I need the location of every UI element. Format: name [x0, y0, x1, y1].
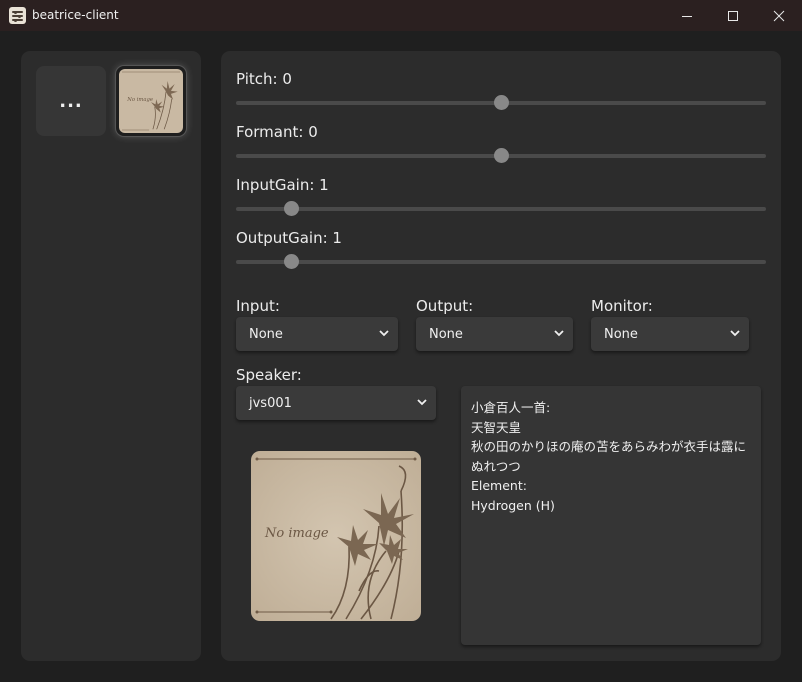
- speaker-info-box: 小倉百人一首: 天智天皇 秋の田のかりほの庵の苫をあらみわが衣手は露にぬれつつ …: [461, 386, 761, 645]
- model-thumbnail-image: No image: [119, 69, 183, 133]
- monitor-device-select[interactable]: None: [591, 317, 749, 351]
- model-thumbnail-button[interactable]: No image: [116, 66, 186, 136]
- more-label: ...: [59, 90, 83, 112]
- output-device-select[interactable]: None: [416, 317, 573, 351]
- output-gain-slider-thumb[interactable]: [284, 254, 300, 269]
- pitch-slider-thumb[interactable]: [494, 95, 509, 110]
- title-bar: beatrice-client: [0, 0, 802, 31]
- controls-panel: Pitch: 0 Formant: 0 InputGain: 1 OutputG…: [221, 51, 781, 661]
- model-list-panel: ... No image: [21, 51, 201, 661]
- speaker-image: No image: [251, 451, 421, 621]
- input-device-label: Input:: [236, 297, 280, 315]
- speaker-image-text: No image: [264, 526, 329, 541]
- info-line: Element:: [471, 478, 527, 493]
- monitor-device-label: Monitor:: [591, 297, 653, 315]
- chevron-down-icon: [379, 330, 389, 337]
- pitch-label: Pitch: 0: [236, 70, 292, 88]
- chevron-down-icon: [730, 330, 740, 337]
- window-title: beatrice-client: [32, 8, 119, 22]
- chevron-down-icon: [554, 330, 564, 337]
- input-device-select[interactable]: None: [236, 317, 398, 351]
- minimize-icon: [682, 15, 692, 17]
- speaker-value: jvs001: [249, 395, 292, 411]
- input-gain-label: InputGain: 1: [236, 176, 329, 194]
- output-gain-label: OutputGain: 1: [236, 229, 342, 247]
- close-icon: [773, 10, 785, 21]
- app-icon: [9, 7, 26, 24]
- input-gain-slider[interactable]: [236, 201, 766, 216]
- output-gain-slider[interactable]: [236, 254, 766, 269]
- speaker-label: Speaker:: [236, 366, 302, 384]
- monitor-device-value: None: [604, 326, 638, 342]
- model-thumb-text: No image: [126, 97, 153, 103]
- info-line: Hydrogen (H): [471, 497, 555, 513]
- formant-slider-thumb[interactable]: [494, 148, 509, 163]
- info-line: 小倉百人一首:: [471, 400, 551, 415]
- speaker-select[interactable]: jvs001: [236, 386, 436, 420]
- output-device-label: Output:: [416, 297, 474, 315]
- maximize-icon: [728, 10, 738, 21]
- info-line: 天智天皇: [471, 419, 522, 435]
- maximize-button[interactable]: [710, 0, 756, 31]
- input-device-value: None: [249, 326, 283, 342]
- formant-slider[interactable]: [236, 148, 766, 163]
- close-button[interactable]: [756, 0, 802, 31]
- minimize-button[interactable]: [664, 0, 710, 31]
- input-gain-slider-thumb[interactable]: [284, 201, 300, 216]
- more-models-button[interactable]: ...: [36, 66, 106, 136]
- formant-label: Formant: 0: [236, 123, 318, 141]
- chevron-down-icon: [417, 399, 427, 406]
- output-device-value: None: [429, 326, 463, 342]
- pitch-slider[interactable]: [236, 95, 766, 110]
- info-line: 秋の田のかりほの庵の苫をあらみわが衣手は露にぬれつつ: [471, 439, 747, 474]
